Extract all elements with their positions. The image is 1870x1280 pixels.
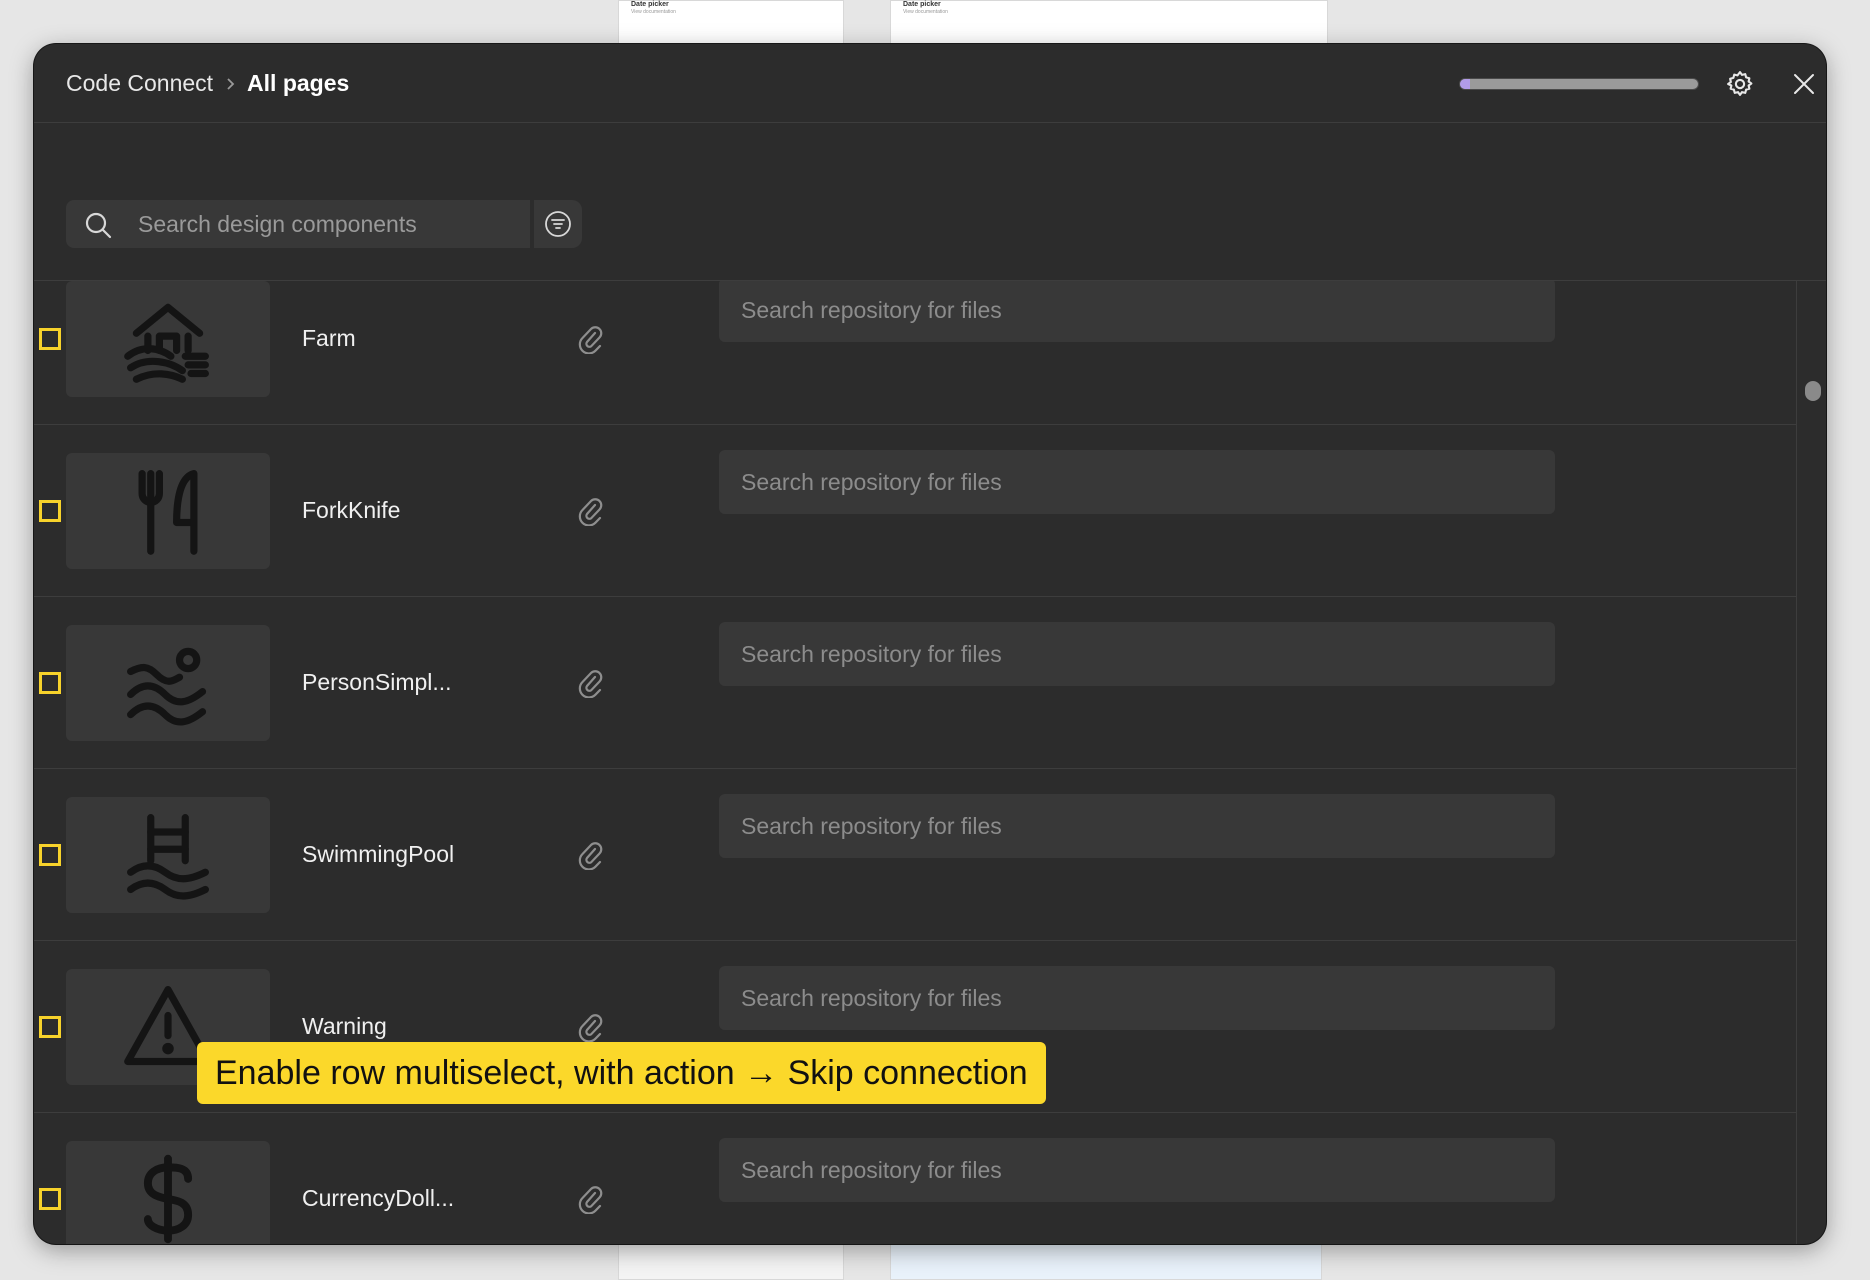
- component-name: CurrencyDoll...: [302, 1185, 455, 1211]
- background-card-title: Date picker: [631, 1, 669, 8]
- repository-file-search-input[interactable]: [719, 622, 1555, 686]
- component-name: Farm: [302, 325, 356, 351]
- scrollbar-thumb[interactable]: [1805, 381, 1821, 401]
- filter-icon: [545, 211, 571, 237]
- annotation-callout: Enable row multiselect, with action → Sk…: [197, 1042, 1046, 1104]
- farm-icon: [124, 303, 209, 383]
- component-thumbnail: [66, 1141, 270, 1244]
- link-button[interactable]: [574, 322, 608, 356]
- table-row[interactable]: SwimmingPool: [34, 769, 1796, 941]
- search-toolbar: [34, 124, 1826, 281]
- paperclip-icon: [578, 498, 603, 526]
- close-icon: [1794, 74, 1814, 94]
- row-checkbox[interactable]: [39, 1016, 61, 1038]
- swimming-pool-icon: [127, 814, 209, 900]
- progress-bar: [1459, 78, 1699, 90]
- settings-button[interactable]: [1722, 66, 1758, 102]
- component-name: SwimmingPool: [302, 841, 455, 867]
- paperclip-icon: [578, 842, 603, 870]
- background-card-top-right: Date picker View documentation: [890, 0, 1328, 44]
- breadcrumb-current: All pages: [247, 70, 350, 96]
- table-row[interactable]: PersonSimpl...: [34, 597, 1796, 769]
- search-icon: [84, 211, 112, 244]
- table-row[interactable]: CurrencyDoll...: [34, 1113, 1796, 1244]
- search-input[interactable]: [138, 200, 518, 248]
- row-checkbox[interactable]: [39, 328, 61, 350]
- background-card-top-left: Date picker View documentation: [618, 0, 844, 44]
- close-button[interactable]: [1786, 66, 1822, 102]
- paperclip-icon: [578, 1186, 603, 1214]
- progress-bar-fill: [1460, 79, 1470, 89]
- chevron-right-icon: [225, 77, 235, 91]
- scrollbar[interactable]: [1796, 281, 1826, 1244]
- search-field: [66, 200, 530, 248]
- paperclip-icon: [578, 326, 603, 354]
- row-checkbox[interactable]: [39, 672, 61, 694]
- currency-dollar-icon: [143, 1154, 193, 1244]
- filter-button[interactable]: [534, 200, 582, 248]
- component-name: Warning: [302, 1013, 387, 1039]
- component-thumbnail: [66, 453, 270, 569]
- component-thumbnail: [66, 625, 270, 741]
- repository-file-search-input[interactable]: [719, 281, 1555, 342]
- background-card-bottom-right: [890, 1240, 1322, 1280]
- breadcrumb: Code Connect All pages: [66, 70, 349, 97]
- link-button[interactable]: [574, 838, 608, 872]
- background-card-title: Date picker: [903, 1, 941, 8]
- fork-knife-icon: [138, 470, 198, 555]
- link-button[interactable]: [574, 494, 608, 528]
- modal-header: Code Connect All pages: [34, 44, 1826, 123]
- paperclip-icon: [578, 670, 603, 698]
- table-row[interactable]: Farm: [34, 281, 1796, 425]
- table-row[interactable]: ForkKnife: [34, 425, 1796, 597]
- background-card-bottom-left: [618, 1240, 844, 1280]
- row-checkbox[interactable]: [39, 844, 61, 866]
- link-button[interactable]: [574, 1182, 608, 1216]
- row-checkbox[interactable]: [39, 500, 61, 522]
- repository-file-search-input[interactable]: [719, 966, 1555, 1030]
- paperclip-icon: [578, 1014, 603, 1042]
- link-button[interactable]: [574, 1010, 608, 1044]
- link-button[interactable]: [574, 666, 608, 700]
- repository-file-search-input[interactable]: [719, 794, 1555, 858]
- repository-file-search-input[interactable]: [719, 1138, 1555, 1202]
- row-checkbox[interactable]: [39, 1188, 61, 1210]
- component-thumbnail: [66, 797, 270, 913]
- component-name: ForkKnife: [302, 497, 401, 523]
- component-thumbnail: [66, 281, 270, 397]
- component-name: PersonSimpl...: [302, 669, 452, 695]
- person-simple-swim-icon: [127, 647, 207, 726]
- background-card-subtitle: View documentation: [631, 9, 676, 15]
- gear-icon: [1727, 71, 1753, 96]
- breadcrumb-root[interactable]: Code Connect: [66, 70, 213, 97]
- background-card-subtitle: View documentation: [903, 9, 948, 15]
- repository-file-search-input[interactable]: [719, 450, 1555, 514]
